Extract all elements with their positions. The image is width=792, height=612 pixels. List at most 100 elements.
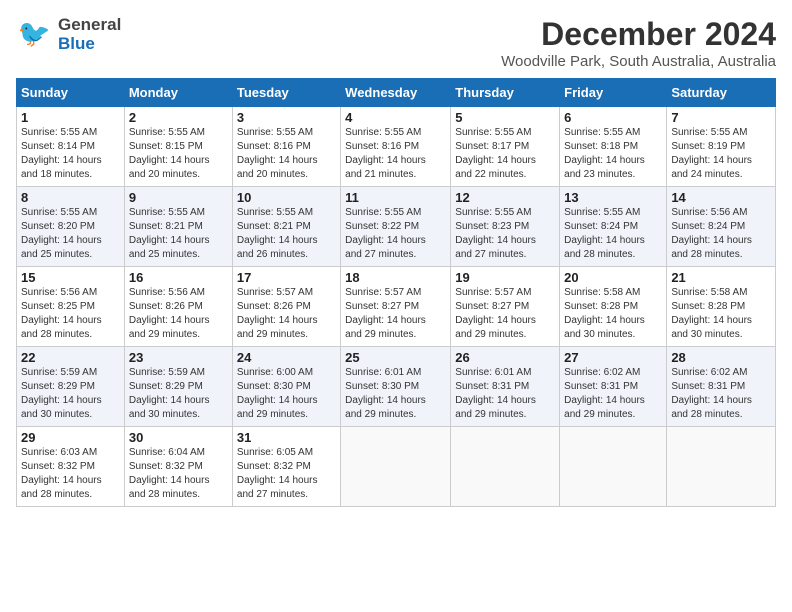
day-number: 29 (21, 430, 120, 445)
day-info: Sunrise: 6:03 AMSunset: 8:32 PMDaylight:… (21, 446, 120, 502)
day-info: Sunrise: 5:55 AMSunset: 8:23 PMDaylight:… (455, 206, 555, 262)
day-info: Sunrise: 5:56 AMSunset: 8:24 PMDaylight:… (671, 206, 771, 262)
calendar-day-1: 1Sunrise: 5:55 AMSunset: 8:14 PMDaylight… (17, 107, 125, 187)
day-number: 10 (237, 190, 336, 205)
calendar-week-row: 8Sunrise: 5:55 AMSunset: 8:20 PMDaylight… (17, 187, 776, 267)
calendar-day-19: 19Sunrise: 5:57 AMSunset: 8:27 PMDayligh… (451, 267, 560, 347)
calendar-day-31: 31Sunrise: 6:05 AMSunset: 8:32 PMDayligh… (232, 427, 340, 507)
day-info: Sunrise: 5:55 AMSunset: 8:18 PMDaylight:… (564, 126, 662, 182)
calendar-day-4: 4Sunrise: 5:55 AMSunset: 8:16 PMDaylight… (341, 107, 451, 187)
calendar-day-18: 18Sunrise: 5:57 AMSunset: 8:27 PMDayligh… (341, 267, 451, 347)
day-number: 20 (564, 270, 662, 285)
calendar-header-thursday: Thursday (451, 79, 560, 107)
calendar-day-5: 5Sunrise: 5:55 AMSunset: 8:17 PMDaylight… (451, 107, 560, 187)
calendar-day-2: 2Sunrise: 5:55 AMSunset: 8:15 PMDaylight… (124, 107, 232, 187)
calendar-header-row: SundayMondayTuesdayWednesdayThursdayFrid… (17, 79, 776, 107)
logo-general: General (58, 16, 121, 35)
day-info: Sunrise: 6:05 AMSunset: 8:32 PMDaylight:… (237, 446, 336, 502)
calendar-day-22: 22Sunrise: 5:59 AMSunset: 8:29 PMDayligh… (17, 347, 125, 427)
title-area: December 2024 Woodville Park, South Aust… (501, 16, 776, 70)
calendar-header-sunday: Sunday (17, 79, 125, 107)
calendar-day-16: 16Sunrise: 5:56 AMSunset: 8:26 PMDayligh… (124, 267, 232, 347)
page-header: 🐦 General Blue December 2024 Woodville P… (16, 16, 776, 70)
calendar-header-wednesday: Wednesday (341, 79, 451, 107)
calendar-day-15: 15Sunrise: 5:56 AMSunset: 8:25 PMDayligh… (17, 267, 125, 347)
calendar-day-20: 20Sunrise: 5:58 AMSunset: 8:28 PMDayligh… (560, 267, 667, 347)
day-info: Sunrise: 5:59 AMSunset: 8:29 PMDaylight:… (129, 366, 228, 422)
calendar-empty-cell (667, 427, 776, 507)
calendar-day-8: 8Sunrise: 5:55 AMSunset: 8:20 PMDaylight… (17, 187, 125, 267)
day-number: 27 (564, 350, 662, 365)
day-info: Sunrise: 5:57 AMSunset: 8:27 PMDaylight:… (455, 286, 555, 342)
day-info: Sunrise: 5:55 AMSunset: 8:19 PMDaylight:… (671, 126, 771, 182)
day-number: 8 (21, 190, 120, 205)
day-number: 17 (237, 270, 336, 285)
logo-icon: 🐦 (16, 16, 54, 54)
calendar-day-17: 17Sunrise: 5:57 AMSunset: 8:26 PMDayligh… (232, 267, 340, 347)
calendar-day-7: 7Sunrise: 5:55 AMSunset: 8:19 PMDaylight… (667, 107, 776, 187)
day-number: 2 (129, 110, 228, 125)
logo-blue: Blue (58, 35, 121, 54)
calendar-day-9: 9Sunrise: 5:55 AMSunset: 8:21 PMDaylight… (124, 187, 232, 267)
day-number: 18 (345, 270, 446, 285)
calendar-empty-cell (341, 427, 451, 507)
calendar-day-14: 14Sunrise: 5:56 AMSunset: 8:24 PMDayligh… (667, 187, 776, 267)
day-info: Sunrise: 5:55 AMSunset: 8:15 PMDaylight:… (129, 126, 228, 182)
day-number: 19 (455, 270, 555, 285)
logo-text: General Blue (58, 16, 121, 53)
calendar-table: SundayMondayTuesdayWednesdayThursdayFrid… (16, 78, 776, 507)
calendar-header-monday: Monday (124, 79, 232, 107)
day-number: 22 (21, 350, 120, 365)
day-info: Sunrise: 5:55 AMSunset: 8:16 PMDaylight:… (237, 126, 336, 182)
calendar-week-row: 29Sunrise: 6:03 AMSunset: 8:32 PMDayligh… (17, 427, 776, 507)
day-info: Sunrise: 5:55 AMSunset: 8:21 PMDaylight:… (237, 206, 336, 262)
day-info: Sunrise: 5:56 AMSunset: 8:26 PMDaylight:… (129, 286, 228, 342)
calendar-empty-cell (451, 427, 560, 507)
svg-text:🐦: 🐦 (18, 19, 51, 49)
day-number: 23 (129, 350, 228, 365)
day-number: 16 (129, 270, 228, 285)
day-number: 6 (564, 110, 662, 125)
day-info: Sunrise: 6:00 AMSunset: 8:30 PMDaylight:… (237, 366, 336, 422)
day-info: Sunrise: 5:58 AMSunset: 8:28 PMDaylight:… (671, 286, 771, 342)
day-number: 3 (237, 110, 336, 125)
calendar-day-21: 21Sunrise: 5:58 AMSunset: 8:28 PMDayligh… (667, 267, 776, 347)
day-number: 4 (345, 110, 446, 125)
page-subtitle: Woodville Park, South Australia, Austral… (501, 53, 776, 70)
day-info: Sunrise: 5:55 AMSunset: 8:14 PMDaylight:… (21, 126, 120, 182)
calendar-day-10: 10Sunrise: 5:55 AMSunset: 8:21 PMDayligh… (232, 187, 340, 267)
calendar-day-3: 3Sunrise: 5:55 AMSunset: 8:16 PMDaylight… (232, 107, 340, 187)
day-number: 11 (345, 190, 446, 205)
day-info: Sunrise: 6:01 AMSunset: 8:31 PMDaylight:… (455, 366, 555, 422)
day-info: Sunrise: 6:01 AMSunset: 8:30 PMDaylight:… (345, 366, 446, 422)
calendar-day-24: 24Sunrise: 6:00 AMSunset: 8:30 PMDayligh… (232, 347, 340, 427)
day-number: 24 (237, 350, 336, 365)
calendar-week-row: 15Sunrise: 5:56 AMSunset: 8:25 PMDayligh… (17, 267, 776, 347)
day-number: 14 (671, 190, 771, 205)
day-number: 7 (671, 110, 771, 125)
day-number: 28 (671, 350, 771, 365)
day-number: 26 (455, 350, 555, 365)
day-number: 9 (129, 190, 228, 205)
calendar-day-29: 29Sunrise: 6:03 AMSunset: 8:32 PMDayligh… (17, 427, 125, 507)
day-info: Sunrise: 5:55 AMSunset: 8:20 PMDaylight:… (21, 206, 120, 262)
calendar-empty-cell (560, 427, 667, 507)
day-info: Sunrise: 5:57 AMSunset: 8:26 PMDaylight:… (237, 286, 336, 342)
day-number: 21 (671, 270, 771, 285)
day-number: 5 (455, 110, 555, 125)
day-info: Sunrise: 5:55 AMSunset: 8:17 PMDaylight:… (455, 126, 555, 182)
day-info: Sunrise: 6:02 AMSunset: 8:31 PMDaylight:… (671, 366, 771, 422)
day-number: 30 (129, 430, 228, 445)
calendar-day-11: 11Sunrise: 5:55 AMSunset: 8:22 PMDayligh… (341, 187, 451, 267)
calendar-day-13: 13Sunrise: 5:55 AMSunset: 8:24 PMDayligh… (560, 187, 667, 267)
day-number: 13 (564, 190, 662, 205)
calendar-header-friday: Friday (560, 79, 667, 107)
calendar-week-row: 1Sunrise: 5:55 AMSunset: 8:14 PMDaylight… (17, 107, 776, 187)
calendar-day-6: 6Sunrise: 5:55 AMSunset: 8:18 PMDaylight… (560, 107, 667, 187)
day-info: Sunrise: 5:55 AMSunset: 8:24 PMDaylight:… (564, 206, 662, 262)
calendar-header-saturday: Saturday (667, 79, 776, 107)
day-info: Sunrise: 5:57 AMSunset: 8:27 PMDaylight:… (345, 286, 446, 342)
day-number: 1 (21, 110, 120, 125)
day-info: Sunrise: 5:55 AMSunset: 8:16 PMDaylight:… (345, 126, 446, 182)
logo: 🐦 General Blue (16, 16, 121, 54)
